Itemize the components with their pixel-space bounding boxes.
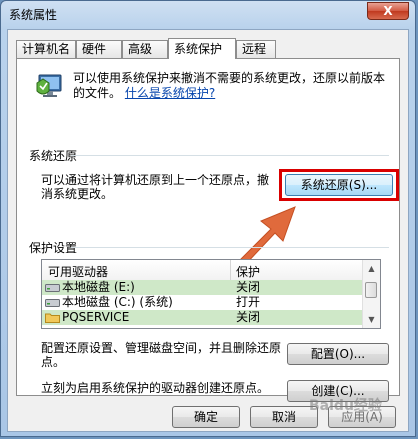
configure-description: 配置还原设置、管理磁盘空间，并且删除还原点。 — [41, 341, 282, 369]
column-header-drives[interactable]: 可用驱动器 — [48, 263, 108, 280]
hard-drive-icon — [45, 299, 60, 307]
ok-button[interactable]: 确定 — [172, 406, 240, 428]
dialog-client: 计算机名 硬件 高级 系统保护 远程 可以使用系统保护来撤消不需要的系统更改，还… — [7, 29, 409, 432]
tab-system-protection[interactable]: 系统保护 — [168, 38, 236, 59]
drive-name: 本地磁盘 (E:) — [62, 280, 135, 294]
tab-hardware[interactable]: 硬件 — [76, 40, 122, 58]
window-title: 系统属性 — [9, 8, 58, 22]
system-properties-window: 系统属性 X 计算机名 硬件 高级 系统保护 远程 可以使用系统保护来撤消不需要… — [0, 0, 416, 437]
system-protection-icon — [36, 74, 62, 97]
scroll-down-icon[interactable]: ▼ — [364, 312, 379, 327]
cancel-button[interactable]: 取消 — [250, 406, 318, 428]
drive-protection-status: 关闭 — [236, 280, 261, 294]
close-button[interactable]: X — [367, 2, 409, 20]
drive-list[interactable]: 可用驱动器 保护 本地磁盘 (E:) 关闭 本地磁盘 (C:) (系统) 打开 … — [41, 259, 381, 329]
scroll-thumb[interactable] — [365, 282, 377, 298]
highlight-box — [279, 169, 399, 201]
drive-name: 本地磁盘 (C:) (系统) — [62, 295, 173, 309]
configure-button[interactable]: 配置(O)... — [287, 343, 389, 365]
divider — [71, 247, 389, 248]
drive-list-scrollbar[interactable]: ▲ ▼ — [362, 260, 380, 328]
drive-protection-status: 关闭 — [236, 310, 261, 324]
column-header-protection[interactable]: 保护 — [236, 263, 260, 280]
drive-row-pqservice[interactable]: PQSERVICE 关闭 — [42, 310, 364, 325]
scroll-up-icon[interactable]: ▲ — [364, 261, 379, 276]
system-protection-panel: 可以使用系统保护来撤消不需要的系统更改，还原以前版本的文件。 什么是系统保护? … — [16, 58, 400, 402]
column-separator[interactable] — [230, 260, 231, 280]
hard-drive-icon — [45, 284, 60, 292]
drive-protection-status: 打开 — [236, 295, 261, 309]
what-is-system-protection-link[interactable]: 什么是系统保护? — [125, 86, 215, 100]
divider — [71, 155, 389, 156]
watermark: Baidu经验 — [309, 398, 382, 414]
intro-text: 可以使用系统保护来撤消不需要的系统更改，还原以前版本的文件。 — [73, 71, 386, 100]
tab-remote[interactable]: 远程 — [236, 40, 276, 58]
restore-description: 可以通过将计算机还原到上一个还原点，撤消系统更改。 — [41, 173, 270, 201]
tab-advanced[interactable]: 高级 — [122, 40, 168, 58]
tab-computer-name[interactable]: 计算机名 — [16, 40, 76, 58]
drive-row-c[interactable]: 本地磁盘 (C:) (系统) 打开 — [42, 295, 364, 310]
drive-row-e[interactable]: 本地磁盘 (E:) 关闭 — [42, 280, 364, 295]
folder-drive-icon — [45, 313, 60, 323]
create-description: 立刻为启用系统保护的驱动器创建还原点。 — [41, 381, 270, 395]
list-header: 可用驱动器 保护 — [42, 260, 364, 281]
title-bar[interactable]: 系统属性 X — [1, 1, 415, 27]
intro-description: 可以使用系统保护来撤消不需要的系统更改，还原以前版本的文件。 什么是系统保护? — [73, 71, 393, 101]
drive-name: PQSERVICE — [62, 310, 130, 324]
